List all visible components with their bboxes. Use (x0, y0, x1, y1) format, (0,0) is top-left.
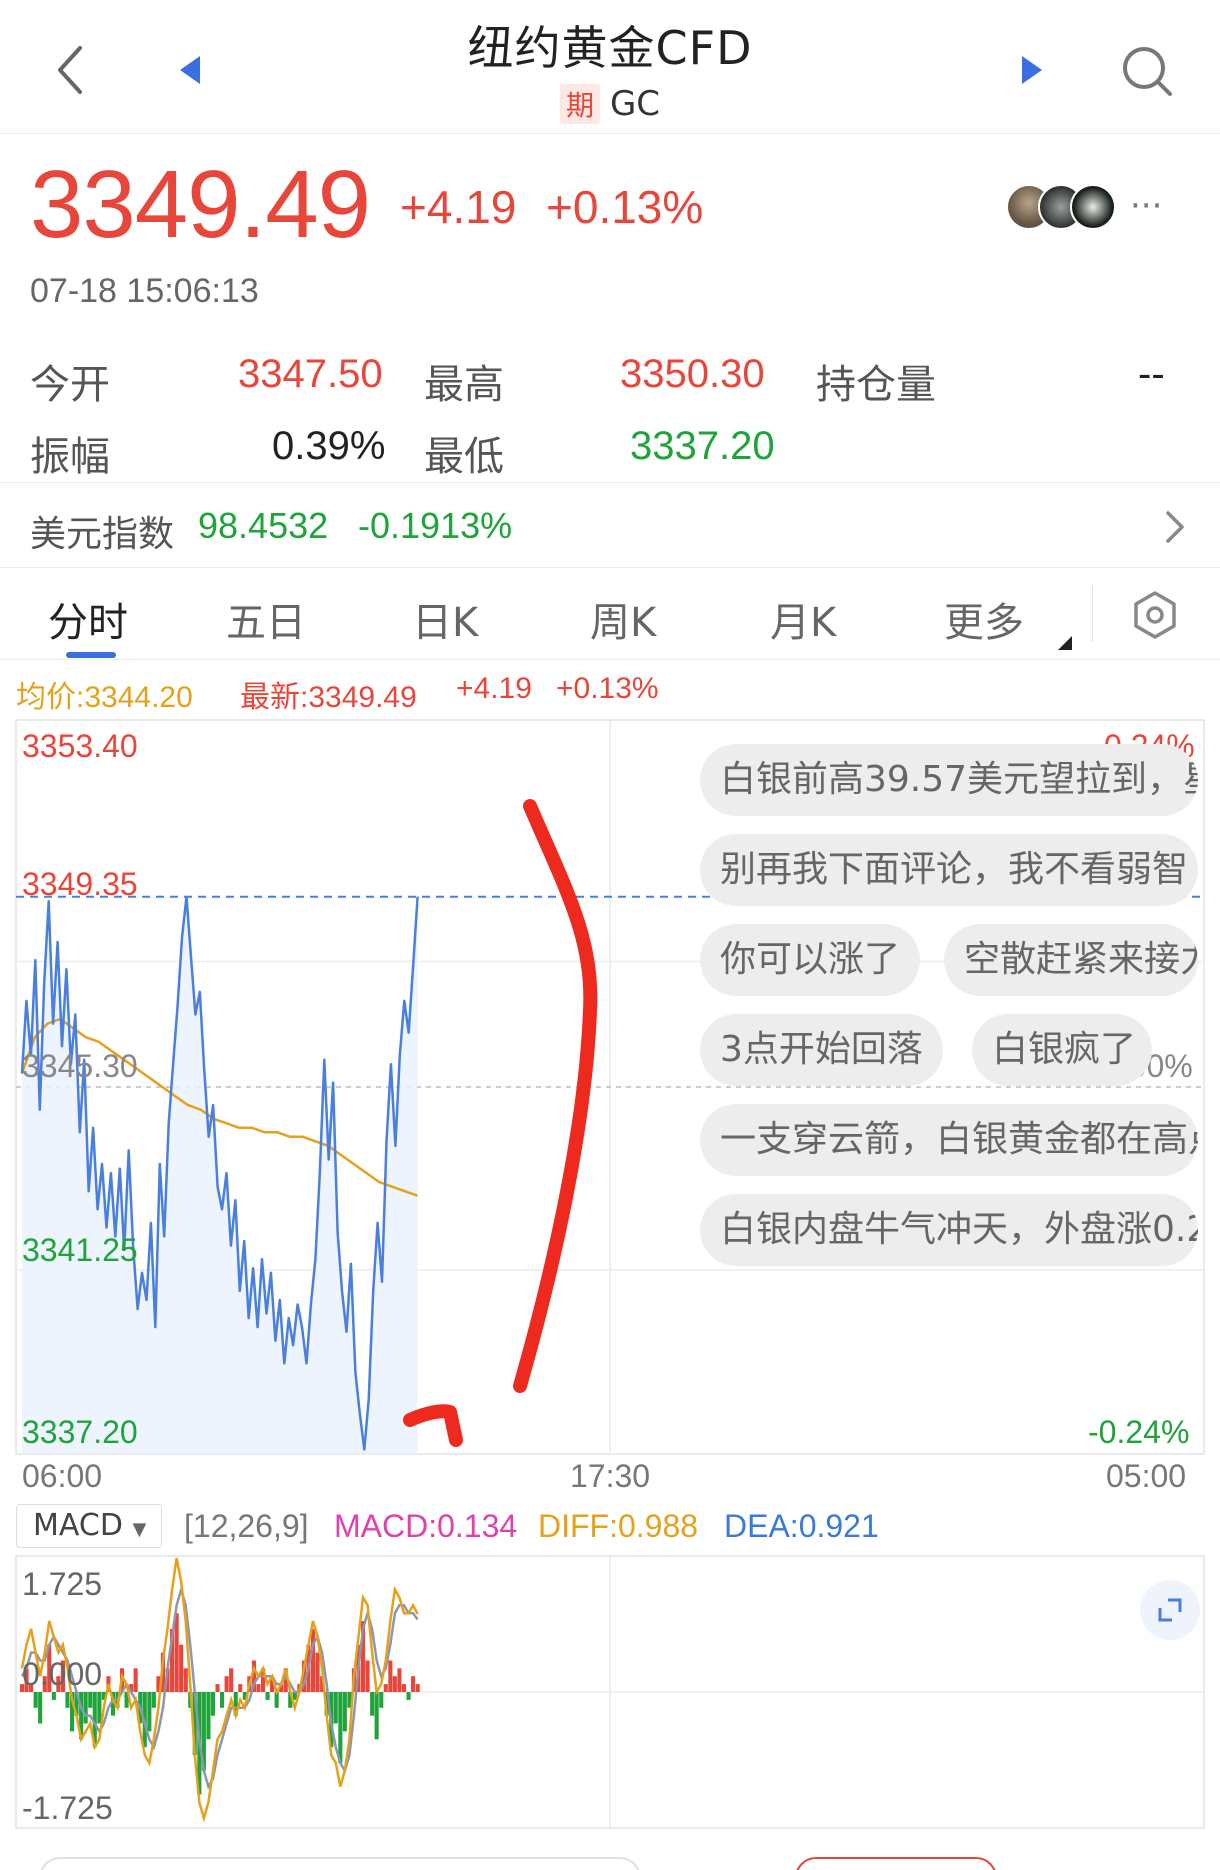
macd-hist-bar (151, 1692, 156, 1708)
macd-hist-bar (383, 1684, 388, 1692)
macd-hist-bar (83, 1692, 88, 1724)
macd-hist-bar (365, 1660, 370, 1692)
macd-hist-bar (392, 1676, 397, 1692)
macd-hist-bar (370, 1692, 375, 1716)
expand-chart-button[interactable] (1140, 1580, 1200, 1640)
macd-hist-bar (315, 1652, 320, 1692)
macd-hist-bar (265, 1692, 270, 1700)
macd-hist-bar (206, 1692, 211, 1740)
macd-hist-bar (397, 1668, 402, 1692)
price-area (22, 896, 418, 1454)
expand-icon (1158, 1598, 1182, 1622)
macd-hist-bar (179, 1644, 184, 1692)
macd-hist-bar (38, 1692, 43, 1724)
macd-hist-bar (415, 1684, 420, 1692)
macd-hist-bar (174, 1613, 179, 1692)
comment-bubble[interactable]: 别再我下面评论，我不看弱智 (700, 834, 1198, 906)
macd-hist-bar (210, 1692, 215, 1716)
macd-hist-bar (220, 1692, 225, 1708)
comment-bubble[interactable]: 白银内盘牛气冲天，外盘涨0.2 (700, 1194, 1198, 1266)
macd-hist-bar (51, 1692, 56, 1700)
comment-bubble[interactable]: 3点开始回落 (700, 1014, 943, 1086)
comment-bubble[interactable]: 白银疯了 (972, 1014, 1152, 1086)
y-pct-label: -0.24% (1088, 1414, 1190, 1450)
x-tick-label: 05:00 (1106, 1458, 1187, 1494)
bottom-bar-outline (40, 1857, 640, 1870)
macd-hist-bar (333, 1692, 338, 1724)
y-tick-label: 3345.30 (22, 1048, 138, 1084)
macd-hist-bar (388, 1660, 393, 1692)
indicator-label: MACD (33, 1508, 123, 1543)
comment-bubble[interactable]: 空散赶紧来接力 (944, 924, 1198, 996)
macd-y-tick: 1.725 (22, 1566, 103, 1602)
macd-hist-bar (342, 1692, 347, 1732)
x-tick-label: 06:00 (22, 1458, 103, 1494)
macd-hist-bar (379, 1692, 384, 1708)
dea-value: DEA:0.921 (724, 1508, 879, 1544)
diff-value: DIFF:0.988 (538, 1508, 699, 1544)
y-tick-label: 3353.40 (22, 728, 138, 764)
indicator-select[interactable]: MACD ▼ (16, 1504, 162, 1548)
hand-drawn-bracket-annotation (513, 799, 598, 1393)
macd-hist-bar (65, 1692, 70, 1708)
comment-bubble[interactable]: 一支穿云箭，白银黄金都在高点 (700, 1104, 1198, 1176)
macd-hist-bar (229, 1668, 234, 1692)
macd-hist-bar (256, 1684, 261, 1692)
macd-hist-bar (374, 1692, 379, 1740)
y-tick-label: 3349.35 (22, 866, 138, 902)
macd-y-tick: 0.000 (22, 1656, 103, 1692)
caret-down-icon: ▼ (132, 1519, 147, 1540)
macd-hist-bar (338, 1692, 343, 1763)
macd-hist-bar (406, 1692, 411, 1700)
macd-hist-bar (215, 1684, 220, 1692)
macd-hist-bar (411, 1676, 416, 1692)
macd-hist-bar (401, 1684, 406, 1692)
macd-hist-bar (97, 1692, 102, 1724)
macd-hist-bar (133, 1668, 138, 1692)
bottom-button-outline (796, 1857, 996, 1870)
macd-hist-bar (33, 1692, 38, 1708)
macd-params: [12,26,9] (184, 1508, 309, 1544)
x-tick-label: 17:30 (570, 1458, 651, 1494)
macd-hist-bar (238, 1684, 243, 1692)
macd-hist-bar (147, 1692, 152, 1732)
macd-hist-bar (224, 1676, 229, 1692)
macd-hist-bar (88, 1692, 93, 1708)
comment-bubble[interactable]: 你可以涨了 (700, 924, 921, 996)
macd-hist-bar (311, 1628, 316, 1692)
macd-hist-bar (183, 1668, 188, 1692)
y-tick-label: 3337.20 (22, 1414, 138, 1450)
y-tick-label: 3341.25 (22, 1232, 138, 1268)
macd-value: MACD:0.134 (334, 1508, 518, 1544)
comment-bubble[interactable]: 白银前高39.57美元望拉到，星 (700, 744, 1198, 816)
macd-y-tick: -1.725 (22, 1790, 113, 1826)
